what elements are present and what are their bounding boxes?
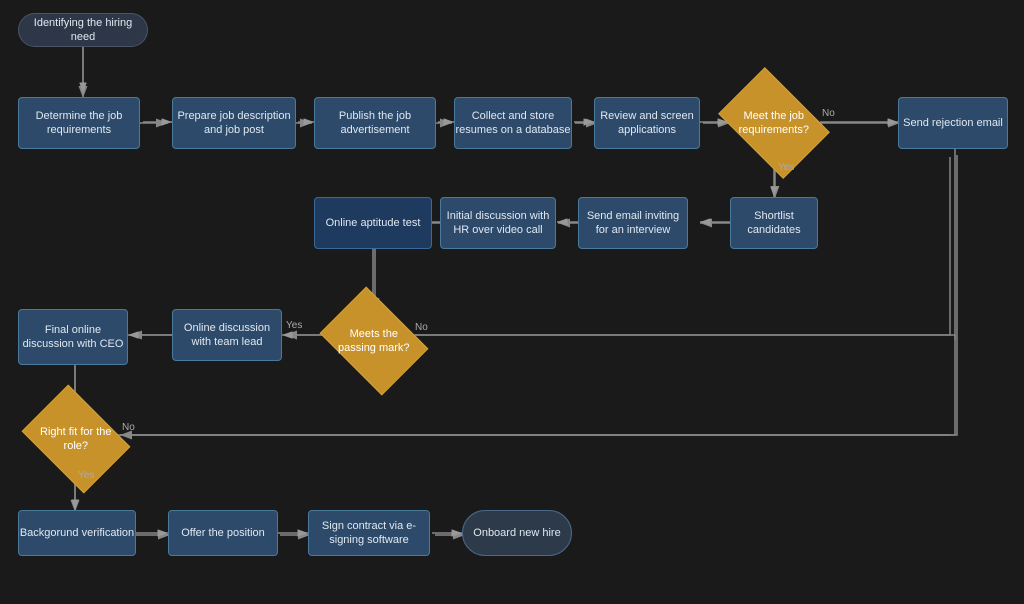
node-n5: Review and screen applications [594, 97, 700, 149]
node-n4: Collect and store resumes on a database [454, 97, 572, 149]
node-n14: Final online discussion with CEO [18, 309, 128, 365]
node-n9: Send email inviting for an interview [578, 197, 688, 249]
node-n3: Publish the job advertisement [314, 97, 436, 149]
label-no3: No [122, 422, 135, 433]
node-n2: Prepare job description and job post [172, 97, 296, 149]
node-n7: Send rejection email [898, 97, 1008, 149]
node-n17: Offer the position [168, 510, 278, 556]
label-yes3: Yes [78, 470, 94, 481]
node-n19: Onboard new hire [462, 510, 572, 556]
flowchart: Identifying the hiring need Determine th… [0, 0, 1024, 604]
node-n16: Backgorund verification [18, 510, 136, 556]
node-n11: Online aptitude test [314, 197, 432, 249]
node-n1: Determine the job requirements [18, 97, 140, 149]
label-yes2: Yes [286, 320, 302, 331]
node-n8: Shortlist candidates [730, 197, 818, 249]
node-n12-diamond: Meets the passing mark? [320, 287, 429, 396]
start-node: Identifying the hiring need [18, 13, 148, 47]
node-n18: Sign contract via e-signing software [308, 510, 430, 556]
node-n15-diamond: Right fit for the role? [22, 385, 131, 494]
node-n13: Online discussion with team lead [172, 309, 282, 361]
label-yes1: Yes [778, 162, 794, 173]
label-no2: No [415, 322, 428, 333]
node-n10: Initial discussion with HR over video ca… [440, 197, 556, 249]
label-no1: No [822, 108, 835, 119]
node-n6-diamond: Meet the job requirements? [718, 67, 830, 179]
